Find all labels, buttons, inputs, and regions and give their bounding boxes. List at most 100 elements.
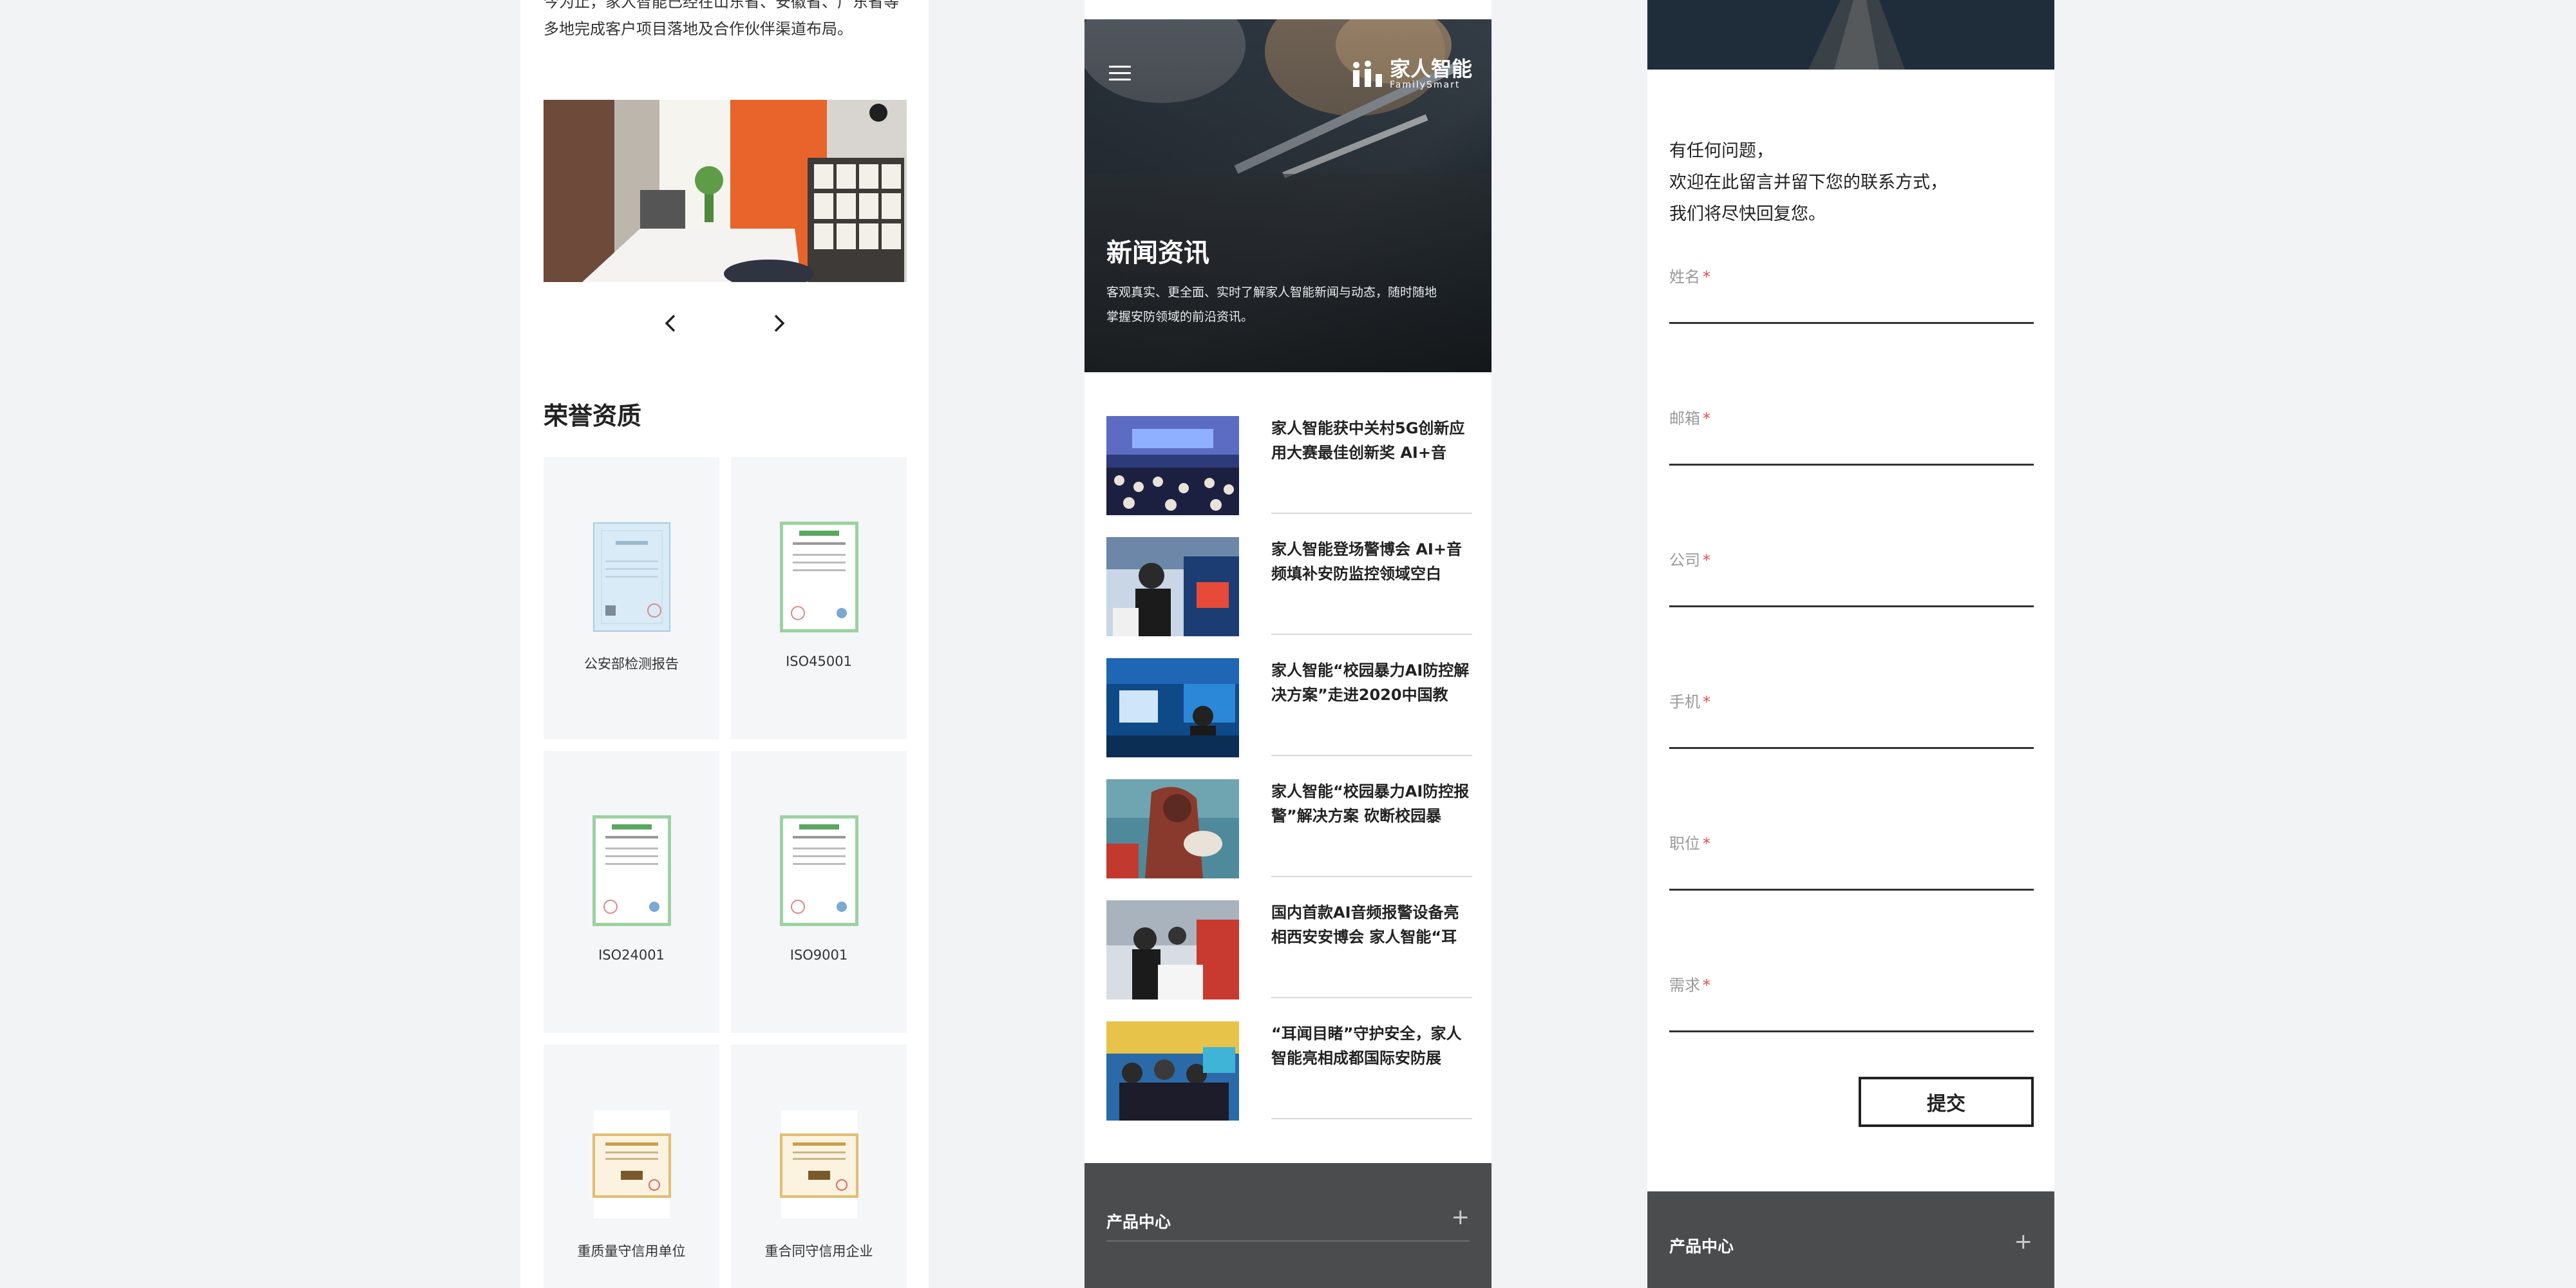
field-label: 姓名 *	[1669, 268, 1710, 286]
email-input[interactable]	[1669, 431, 2034, 466]
divider	[1271, 755, 1472, 756]
news-thumbnail	[1106, 658, 1239, 757]
news-thumbnail	[1106, 537, 1239, 636]
news-thumbnail	[1106, 900, 1239, 999]
footer-accordion-item[interactable]: 产品中心 +	[1669, 1215, 2032, 1266]
cert-green-image	[779, 522, 858, 632]
footer: 产品中心 +	[1647, 1191, 2054, 1288]
brand-logo[interactable]: 家人智能 FamilySmart	[1351, 58, 1472, 90]
menu-button[interactable]	[1109, 66, 1131, 80]
required-mark: *	[1703, 268, 1710, 286]
hamburger-icon	[1109, 66, 1131, 80]
cert-card[interactable]: 公安部检测报告	[544, 457, 719, 739]
next-button[interactable]	[766, 310, 791, 336]
intro-line: 欢迎在此留言并留下您的联系方式，	[1669, 173, 1947, 193]
news-item[interactable]: 家人智能登场警博会 AI+音频填补安防监控领域空白	[1106, 537, 1472, 639]
news-hero: 家人智能 FamilySmart 新闻资讯 客观真实、更全面、实时了解家人智能新…	[1084, 19, 1492, 372]
cert-label: ISO45001	[786, 654, 852, 669]
news-title[interactable]: 家人智能获中关村5G创新应用大赛最佳创新奖 AI+音频…	[1271, 416, 1472, 465]
cert-gold-image	[779, 1110, 858, 1218]
requirement-field: 需求 *	[1669, 972, 2034, 1056]
cert-label: 重合同守信用企业	[764, 1244, 873, 1259]
phone-input[interactable]	[1669, 715, 2034, 749]
contact-hero	[1647, 0, 2054, 70]
page-title: 新闻资讯	[1106, 238, 1209, 268]
about-panel: 今为止，家人智能已经在山东省、安徽省、广东省等 多地完成客户项目落地及合作伙伴渠…	[520, 0, 929, 1288]
divider	[1271, 1118, 1472, 1119]
news-thumbnail	[1106, 779, 1239, 878]
intro-line: 我们将尽快回复您。	[1669, 204, 1826, 224]
required-mark: *	[1703, 835, 1710, 853]
intro-line: 有任何问题，	[1669, 141, 1774, 161]
news-title[interactable]: 家人智能“校园暴力AI防控报警”解决方案 砍断校园暴力…	[1271, 779, 1472, 828]
contact-intro: 有任何问题， 欢迎在此留言并留下您的联系方式， 我们将尽快回复您。	[1669, 135, 1947, 230]
field-label: 职位 *	[1669, 835, 1710, 853]
footer-accordion-item[interactable]: 产品中心 +	[1106, 1190, 1470, 1242]
plus-icon: +	[1451, 1204, 1470, 1230]
divider	[1271, 876, 1472, 877]
name-field: 姓名 *	[1669, 264, 2034, 348]
cert-green-image	[779, 815, 858, 926]
chevron-right-icon	[774, 314, 785, 332]
position-field: 职位 *	[1669, 831, 2034, 914]
news-title[interactable]: 国内首款AI音频报警设备亮相西安安博会 家人智能“耳闻…	[1271, 900, 1472, 949]
news-title[interactable]: 家人智能登场警博会 AI+音频填补安防监控领域空白	[1271, 537, 1472, 586]
honor-section-title: 荣誉资质	[544, 402, 642, 430]
news-thumbnail	[1106, 1021, 1239, 1121]
divider	[1106, 1240, 1470, 1242]
cert-blue-image	[592, 522, 670, 632]
news-item[interactable]: “耳闻目睹”守护安全，家人智能亮相成都国际安防展	[1106, 1021, 1472, 1123]
required-mark: *	[1703, 410, 1710, 428]
cert-label: 公安部检测报告	[584, 656, 679, 672]
required-mark: *	[1703, 976, 1710, 994]
divider	[1271, 997, 1472, 998]
required-mark: *	[1703, 551, 1710, 569]
footer-item-label: 产品中心	[1106, 1213, 1171, 1231]
office-photo	[544, 100, 907, 282]
name-input[interactable]	[1669, 290, 2034, 324]
logo-mark-icon	[1352, 61, 1382, 87]
news-title[interactable]: 家人智能“校园暴力AI防控解决方案”走进2020中国教育…	[1271, 658, 1472, 707]
cert-card[interactable]: 重合同守信用企业	[731, 1045, 907, 1288]
intro-line: 今为止，家人智能已经在山东省、安徽省、广东省等	[544, 0, 899, 11]
footer-item-label: 产品中心	[1669, 1237, 1734, 1256]
intro-text: 今为止，家人智能已经在山东省、安徽省、广东省等 多地完成客户项目落地及合作伙伴渠…	[544, 0, 904, 43]
prev-button[interactable]	[658, 310, 684, 336]
cert-gold-image	[592, 1110, 671, 1218]
required-mark: *	[1703, 693, 1710, 711]
news-panel: 家人智能 FamilySmart 新闻资讯 客观真实、更全面、实时了解家人智能新…	[1084, 0, 1492, 1288]
cert-card[interactable]: 重质量守信用单位	[544, 1045, 719, 1288]
requirement-input[interactable]	[1669, 998, 2034, 1032]
chevron-left-icon	[665, 314, 676, 332]
brand-name: 家人智能	[1389, 57, 1472, 81]
news-item[interactable]: 国内首款AI音频报警设备亮相西安安博会 家人智能“耳闻…	[1106, 900, 1472, 1002]
hero-background	[1647, 0, 2054, 70]
email-field: 邮箱 *	[1669, 406, 2034, 489]
hero-description-line: 客观真实、更全面、实时了解家人智能新闻与动态，随时随地	[1106, 285, 1437, 299]
plus-icon: +	[2014, 1229, 2033, 1255]
news-item[interactable]: 家人智能“校园暴力AI防控解决方案”走进2020中国教育…	[1106, 658, 1472, 760]
field-label: 邮箱 *	[1669, 410, 1710, 428]
cert-label: ISO24001	[598, 947, 665, 963]
intro-line: 多地完成客户项目落地及合作伙伴渠道布局。	[544, 20, 853, 38]
hero-description-line: 掌握安防领域的前沿资讯。	[1106, 310, 1254, 324]
footer: 产品中心 +	[1084, 1163, 1492, 1288]
brand-subtitle: FamilySmart	[1389, 80, 1461, 90]
field-label: 需求 *	[1669, 976, 1710, 994]
news-item[interactable]: 家人智能“校园暴力AI防控报警”解决方案 砍断校园暴力…	[1106, 779, 1472, 881]
news-title[interactable]: “耳闻目睹”守护安全，家人智能亮相成都国际安防展	[1271, 1021, 1472, 1070]
cert-card[interactable]: ISO24001	[544, 751, 719, 1033]
divider	[1271, 634, 1472, 635]
hero-description: 客观真实、更全面、实时了解家人智能新闻与动态，随时随地 掌握安防领域的前沿资讯。	[1106, 280, 1467, 329]
company-input[interactable]	[1669, 573, 2034, 607]
cert-card[interactable]: ISO9001	[731, 751, 907, 1033]
phone-field: 手机 *	[1669, 689, 2034, 773]
cert-label: 重质量守信用单位	[577, 1244, 686, 1259]
position-input[interactable]	[1669, 857, 2034, 891]
divider	[1271, 513, 1472, 514]
contact-panel: 有任何问题， 欢迎在此留言并留下您的联系方式， 我们将尽快回复您。 姓名 * 邮箱…	[1647, 0, 2054, 1288]
submit-button[interactable]: 提交	[1859, 1077, 2034, 1127]
news-item[interactable]: 家人智能获中关村5G创新应用大赛最佳创新奖 AI+音频…	[1106, 416, 1472, 518]
cert-card[interactable]: ISO45001	[731, 457, 907, 739]
field-label: 手机 *	[1669, 693, 1710, 711]
